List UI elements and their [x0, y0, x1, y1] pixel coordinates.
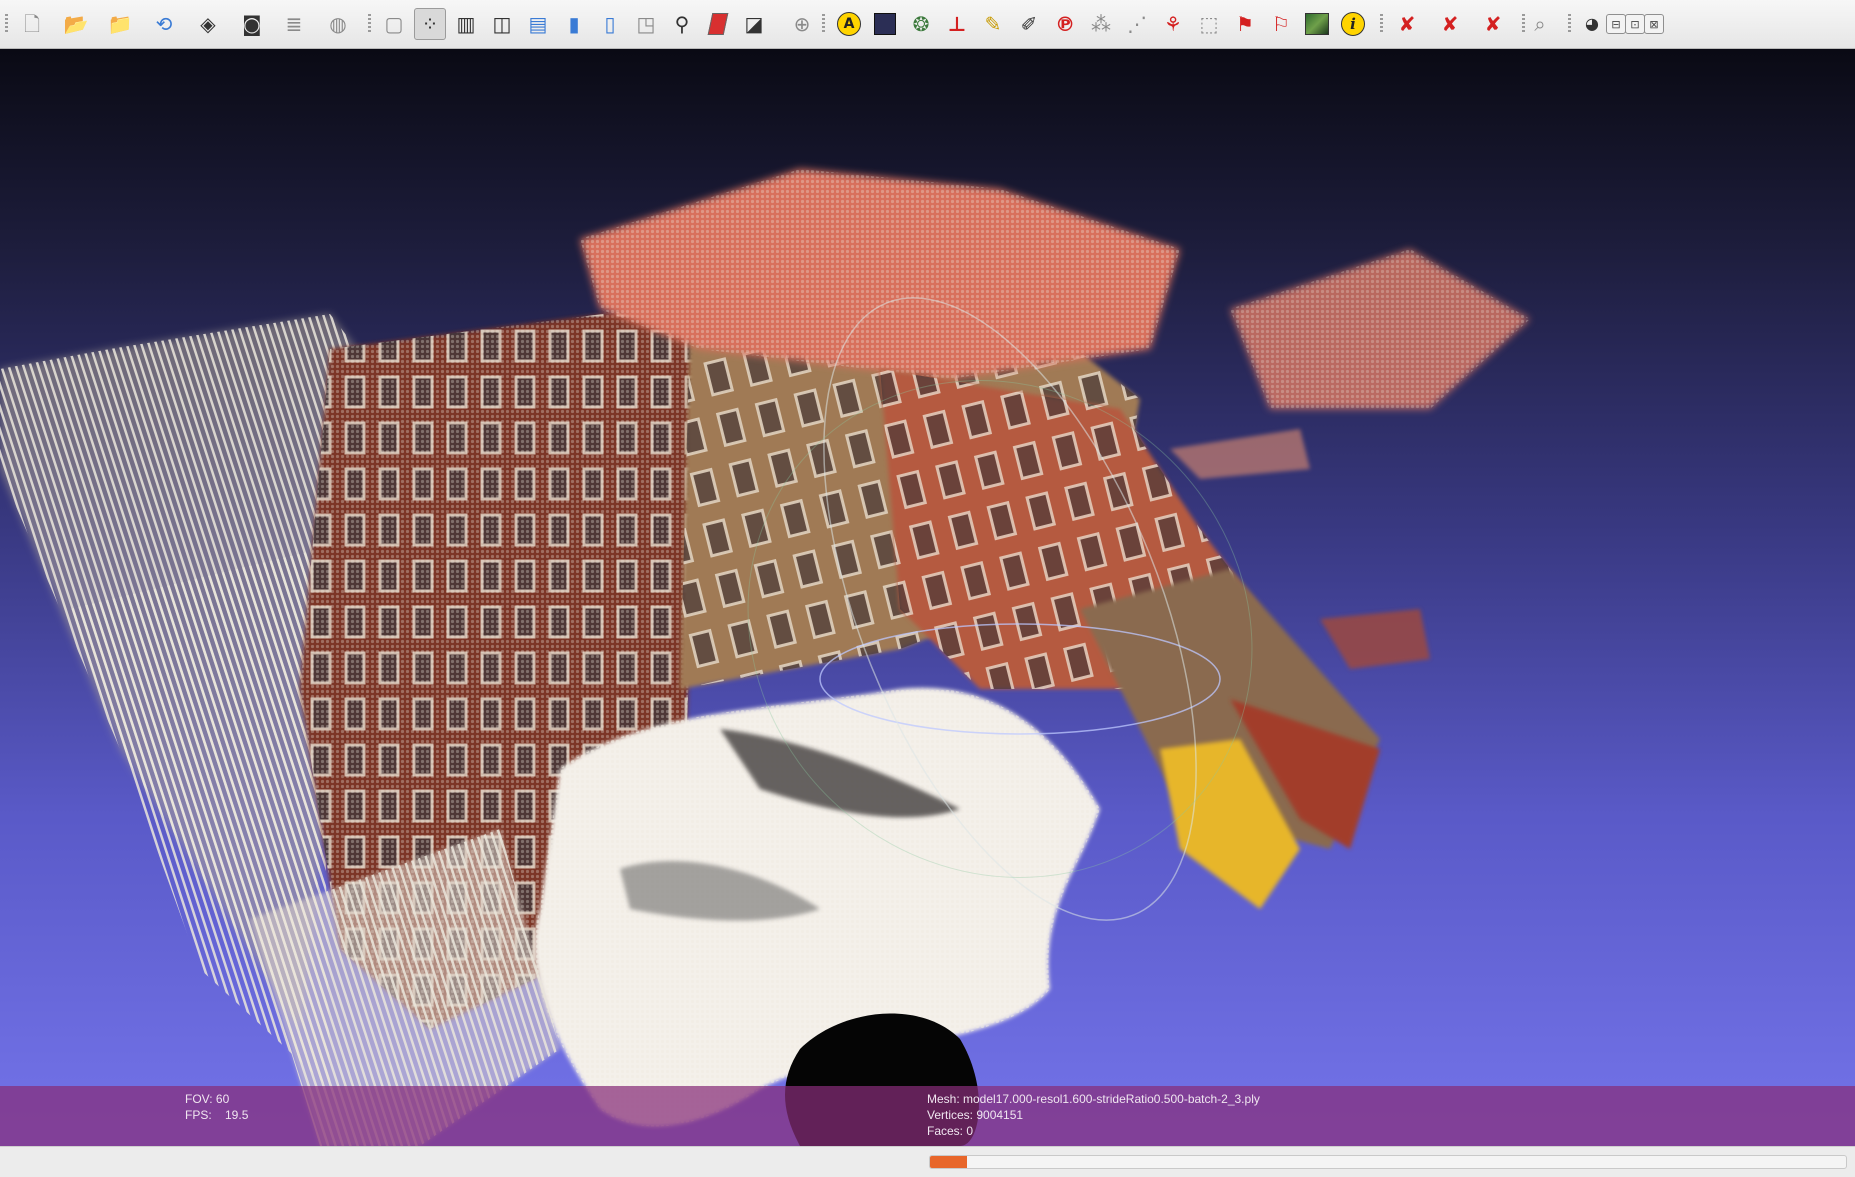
fancy-lighting-icon[interactable] [702, 8, 734, 40]
mesh-name-label: Mesh: model17.000-resol1.600-strideRatio… [927, 1092, 1260, 1106]
heightmap-icon[interactable] [1301, 8, 1333, 40]
select-region-icon[interactable]: ⬚ [1193, 8, 1225, 40]
toolbar-grip[interactable] [368, 14, 371, 34]
pick-points-icon[interactable]: ℗ [1049, 8, 1081, 40]
color-paint-icon[interactable]: ✎ [977, 8, 1009, 40]
backface-icon[interactable]: ⊕ [786, 8, 818, 40]
close-button[interactable]: ⊠ [1644, 14, 1664, 34]
texture-icon[interactable]: ◳ [630, 8, 662, 40]
sphere-render-icon[interactable]: ◍ [322, 8, 354, 40]
brush-icon[interactable]: ✐ [1013, 8, 1045, 40]
info-icon[interactable]: i [1337, 8, 1369, 40]
new-document-icon[interactable]: 🗋 [16, 8, 48, 40]
snapshot-icon[interactable]: ◙ [236, 8, 268, 40]
wireframe-icon[interactable]: ▥ [450, 8, 482, 40]
raster-icon[interactable] [869, 8, 901, 40]
light-icon[interactable]: ⚲ [666, 8, 698, 40]
point-cloud-render[interactable] [0, 49, 1855, 1146]
3d-viewport[interactable]: FOV: 60 FPS: 19.5 Mesh: model17.000-reso… [0, 49, 1855, 1146]
double-side-icon[interactable]: ◪ [738, 8, 770, 40]
points-render-icon[interactable]: ⁘ [414, 8, 446, 40]
layers-icon[interactable]: ≣ [278, 8, 310, 40]
flat-lines-icon[interactable]: ▤ [522, 8, 554, 40]
toolbar-grip[interactable] [822, 14, 825, 34]
save-project-icon[interactable]: ◈ [192, 8, 224, 40]
restore-button[interactable]: ⊡ [1625, 14, 1645, 34]
fps-label: FPS: 19.5 [185, 1108, 249, 1122]
manipulator-icon[interactable]: ⚐ [1265, 8, 1297, 40]
select-faces-icon[interactable]: ⋰ [1121, 8, 1153, 40]
bounding-box-icon[interactable]: ▢ [378, 8, 410, 40]
vertices-count-label: Vertices: 9004151 [927, 1108, 1024, 1122]
info-overlay: FOV: 60 FPS: 19.5 Mesh: model17.000-reso… [0, 1086, 1855, 1146]
select-vertices-icon[interactable]: ⁂ [1085, 8, 1117, 40]
toolbar-grip[interactable] [1568, 14, 1571, 34]
open-project-icon[interactable]: 📁 [104, 8, 136, 40]
toolbar-grip[interactable] [5, 14, 8, 34]
progress-bar [929, 1155, 1847, 1169]
align-icon[interactable]: ⚑ [1229, 8, 1261, 40]
faces-count-label: Faces: 0 [927, 1124, 974, 1138]
hidden-lines-icon[interactable]: ◫ [486, 8, 518, 40]
progress-fill [930, 1156, 967, 1168]
open-folder-icon[interactable]: 📂 [60, 8, 92, 40]
flat-shading-icon[interactable]: ▮ [558, 8, 590, 40]
smooth-shading-icon[interactable]: ▯ [594, 8, 626, 40]
mesh-texture-icon[interactable]: ❂ [905, 8, 937, 40]
delete-all-icon[interactable]: ✘ [1477, 8, 1509, 40]
reload-icon[interactable]: ⟲ [148, 8, 180, 40]
annotation-a-icon[interactable]: A [833, 8, 865, 40]
quality-mapper-icon[interactable]: ⚘ [1157, 8, 1189, 40]
search-icon[interactable]: ⌕ [1524, 8, 1556, 40]
status-bar [0, 1146, 1855, 1177]
minimize-button[interactable]: ⊟ [1606, 14, 1626, 34]
main-toolbar: 🗋 📂 📁 ⟲ ◈ ◙ ≣ ◍ ▢ ⁘ ▥ ◫ ▤ ▮ ▯ ◳ ⚲ ◪ ⊕ A … [0, 0, 1855, 49]
fov-label: FOV: 60 [185, 1092, 230, 1106]
delete-faces-icon[interactable]: ✘ [1434, 8, 1466, 40]
delete-vertices-icon[interactable]: ✘ [1391, 8, 1423, 40]
eye-icon[interactable]: ◕ [1576, 8, 1608, 40]
measure-icon[interactable]: ⊥ [941, 8, 973, 40]
toolbar-grip[interactable] [1380, 14, 1383, 34]
